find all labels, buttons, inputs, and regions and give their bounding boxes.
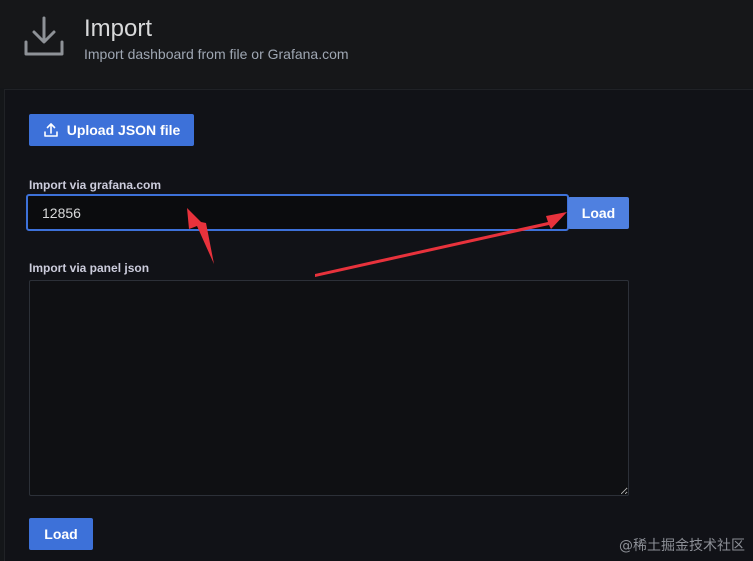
page-subtitle: Import dashboard from file or Grafana.co… bbox=[84, 46, 349, 62]
upload-json-button[interactable]: Upload JSON file bbox=[29, 114, 194, 146]
page-title: Import bbox=[84, 15, 153, 42]
download-icon bbox=[24, 16, 64, 56]
panel-json-textarea[interactable] bbox=[29, 280, 629, 496]
panel-json-load-button[interactable]: Load bbox=[29, 518, 93, 550]
import-page: Import Import dashboard from file or Gra… bbox=[0, 0, 753, 561]
page-header: Import Import dashboard from file or Gra… bbox=[0, 0, 753, 88]
watermark: @稀土掘金技术社区 bbox=[619, 538, 745, 554]
grafana-load-button[interactable]: Load bbox=[568, 197, 629, 229]
grafana-import-label: Import via grafana.com bbox=[29, 178, 162, 192]
grafana-id-input[interactable] bbox=[26, 194, 569, 231]
upload-json-label: Upload JSON file bbox=[66, 122, 181, 138]
upload-icon bbox=[43, 123, 58, 137]
panel-json-label: Import via panel json bbox=[29, 261, 150, 275]
